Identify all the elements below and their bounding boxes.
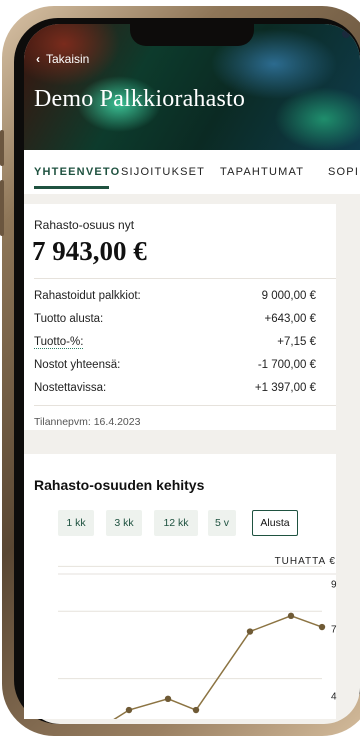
data-point[interactable] <box>192 706 200 714</box>
data-point[interactable] <box>318 623 326 631</box>
y-tick-label: 4 <box>331 692 337 703</box>
line-chart: 9 7 4 <box>58 565 337 719</box>
y-tick-label: 7 <box>331 624 337 635</box>
data-point[interactable] <box>125 706 133 714</box>
series-line <box>113 615 323 719</box>
data-point[interactable] <box>164 695 172 703</box>
data-point[interactable] <box>246 628 254 635</box>
y-tick-label: 9 <box>331 579 337 590</box>
data-point[interactable] <box>287 612 295 620</box>
